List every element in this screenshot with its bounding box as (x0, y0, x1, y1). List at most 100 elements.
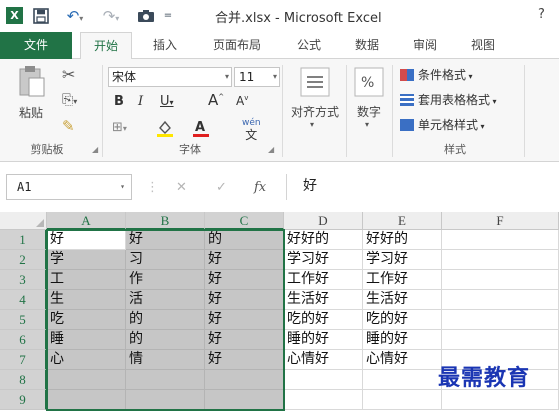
font-color-icon[interactable]: A (192, 119, 210, 140)
enter-icon[interactable]: ✓ (216, 180, 227, 195)
cell-a3[interactable]: 工 (47, 270, 126, 290)
tab-review[interactable]: 审阅 (400, 32, 450, 59)
cell-a8[interactable] (47, 370, 126, 390)
undo-icon[interactable]: ↶▾ (60, 5, 90, 27)
select-all-button[interactable] (0, 212, 47, 230)
cell-d6[interactable]: 睡的好 (284, 330, 363, 350)
chevron-down-icon[interactable]: ▾ (365, 121, 369, 129)
row-header-2[interactable]: 2 (0, 250, 47, 270)
tab-page-layout[interactable]: 页面布局 (196, 32, 278, 59)
paste-button[interactable]: 粘贴 (14, 104, 48, 121)
alignment-icon[interactable] (300, 67, 330, 99)
cell-a4[interactable]: 生 (47, 290, 126, 310)
row-header-8[interactable]: 8 (0, 370, 47, 390)
border-icon[interactable]: ⊞▾ (112, 121, 127, 134)
cell-d9[interactable] (284, 390, 363, 410)
copy-icon[interactable]: ⎘▾ (62, 93, 77, 107)
insert-function-icon[interactable]: fx (254, 180, 266, 195)
column-header-e[interactable]: E (363, 212, 442, 230)
name-box[interactable]: A1 ▾ (6, 174, 132, 200)
cell-e6[interactable]: 睡的好 (363, 330, 442, 350)
cell-f4[interactable] (442, 290, 559, 310)
camera-icon[interactable] (134, 5, 158, 27)
format-as-table-button[interactable]: 套用表格格式 ▾ (400, 90, 497, 110)
number-format-button[interactable]: 数字 (350, 103, 388, 120)
cell-f5[interactable] (442, 310, 559, 330)
cell-f1[interactable] (442, 230, 559, 250)
column-header-f[interactable]: F (442, 212, 559, 230)
cell-c1[interactable]: 的 (205, 230, 284, 250)
row-header-3[interactable]: 3 (0, 270, 47, 290)
tab-formulas[interactable]: 公式 (284, 32, 334, 59)
customize-quick-access-icon[interactable]: = (160, 5, 176, 27)
cell-c3[interactable]: 好 (205, 270, 284, 290)
cell-a2[interactable]: 学 (47, 250, 126, 270)
cell-d1[interactable]: 好好的 (284, 230, 363, 250)
cell-b7[interactable]: 情 (126, 350, 205, 370)
row-header-5[interactable]: 5 (0, 310, 47, 330)
help-button[interactable]: ? (538, 7, 545, 22)
cell-f9[interactable] (442, 390, 559, 410)
bold-icon[interactable]: B (114, 95, 124, 108)
tab-insert[interactable]: 插入 (140, 32, 190, 59)
cell-e8[interactable] (363, 370, 442, 390)
font-name-select[interactable]: 宋体 ▾ (108, 67, 232, 87)
cell-c7[interactable]: 好 (205, 350, 284, 370)
column-header-c[interactable]: C (205, 212, 284, 230)
tab-home[interactable]: 开始 (80, 32, 132, 60)
cell-e2[interactable]: 学习好 (363, 250, 442, 270)
cell-c4[interactable]: 好 (205, 290, 284, 310)
cut-icon[interactable]: ✂ (62, 67, 75, 83)
row-header-4[interactable]: 4 (0, 290, 47, 310)
paste-icon[interactable] (16, 65, 48, 99)
row-header-9[interactable]: 9 (0, 390, 47, 410)
column-header-a[interactable]: A (47, 212, 126, 230)
cell-a9[interactable] (47, 390, 126, 410)
italic-icon[interactable]: I (138, 95, 143, 108)
cell-b3[interactable]: 作 (126, 270, 205, 290)
cell-f2[interactable] (442, 250, 559, 270)
cell-b4[interactable]: 活 (126, 290, 205, 310)
tab-data[interactable]: 数据 (342, 32, 392, 59)
chevron-down-icon[interactable]: ▾ (310, 121, 314, 129)
cell-a5[interactable]: 吃 (47, 310, 126, 330)
row-header-7[interactable]: 7 (0, 350, 47, 370)
cell-e5[interactable]: 吃的好 (363, 310, 442, 330)
cell-e3[interactable]: 工作好 (363, 270, 442, 290)
cell-f3[interactable] (442, 270, 559, 290)
underline-icon[interactable]: U▾ (160, 95, 174, 108)
redo-icon[interactable]: ↷▾ (96, 5, 126, 27)
cell-d8[interactable] (284, 370, 363, 390)
cell-b6[interactable]: 的 (126, 330, 205, 350)
fill-color-icon[interactable] (156, 119, 174, 140)
cell-d4[interactable]: 生活好 (284, 290, 363, 310)
cell-b8[interactable] (126, 370, 205, 390)
formula-input[interactable]: 好 (286, 174, 554, 200)
cell-e1[interactable]: 好好的 (363, 230, 442, 250)
row-header-6[interactable]: 6 (0, 330, 47, 350)
conditional-format-button[interactable]: 条件格式 ▾ (400, 65, 473, 85)
cell-d5[interactable]: 吃的好 (284, 310, 363, 330)
clipboard-launcher-icon[interactable]: ◢ (92, 145, 98, 154)
save-icon[interactable] (30, 5, 52, 27)
cell-c2[interactable]: 好 (205, 250, 284, 270)
cell-d3[interactable]: 工作好 (284, 270, 363, 290)
cell-a6[interactable]: 睡 (47, 330, 126, 350)
cell-b5[interactable]: 的 (126, 310, 205, 330)
percent-icon[interactable]: % (354, 67, 384, 99)
cell-c6[interactable]: 好 (205, 330, 284, 350)
cell-b9[interactable] (126, 390, 205, 410)
cell-e4[interactable]: 生活好 (363, 290, 442, 310)
cancel-icon[interactable]: ✕ (176, 180, 187, 195)
decrease-font-icon[interactable]: Av (236, 95, 248, 108)
cell-e7[interactable]: 心情好 (363, 350, 442, 370)
phonetic-icon[interactable]: wén 文 (242, 118, 261, 143)
cell-styles-button[interactable]: 单元格样式 ▾ (400, 115, 485, 135)
cell-c5[interactable]: 好 (205, 310, 284, 330)
font-size-select[interactable]: 11 ▾ (234, 67, 280, 87)
column-header-b[interactable]: B (126, 212, 205, 230)
cell-f6[interactable] (442, 330, 559, 350)
cell-b2[interactable]: 习 (126, 250, 205, 270)
cell-e9[interactable] (363, 390, 442, 410)
cell-a1[interactable]: 好 (47, 230, 126, 250)
